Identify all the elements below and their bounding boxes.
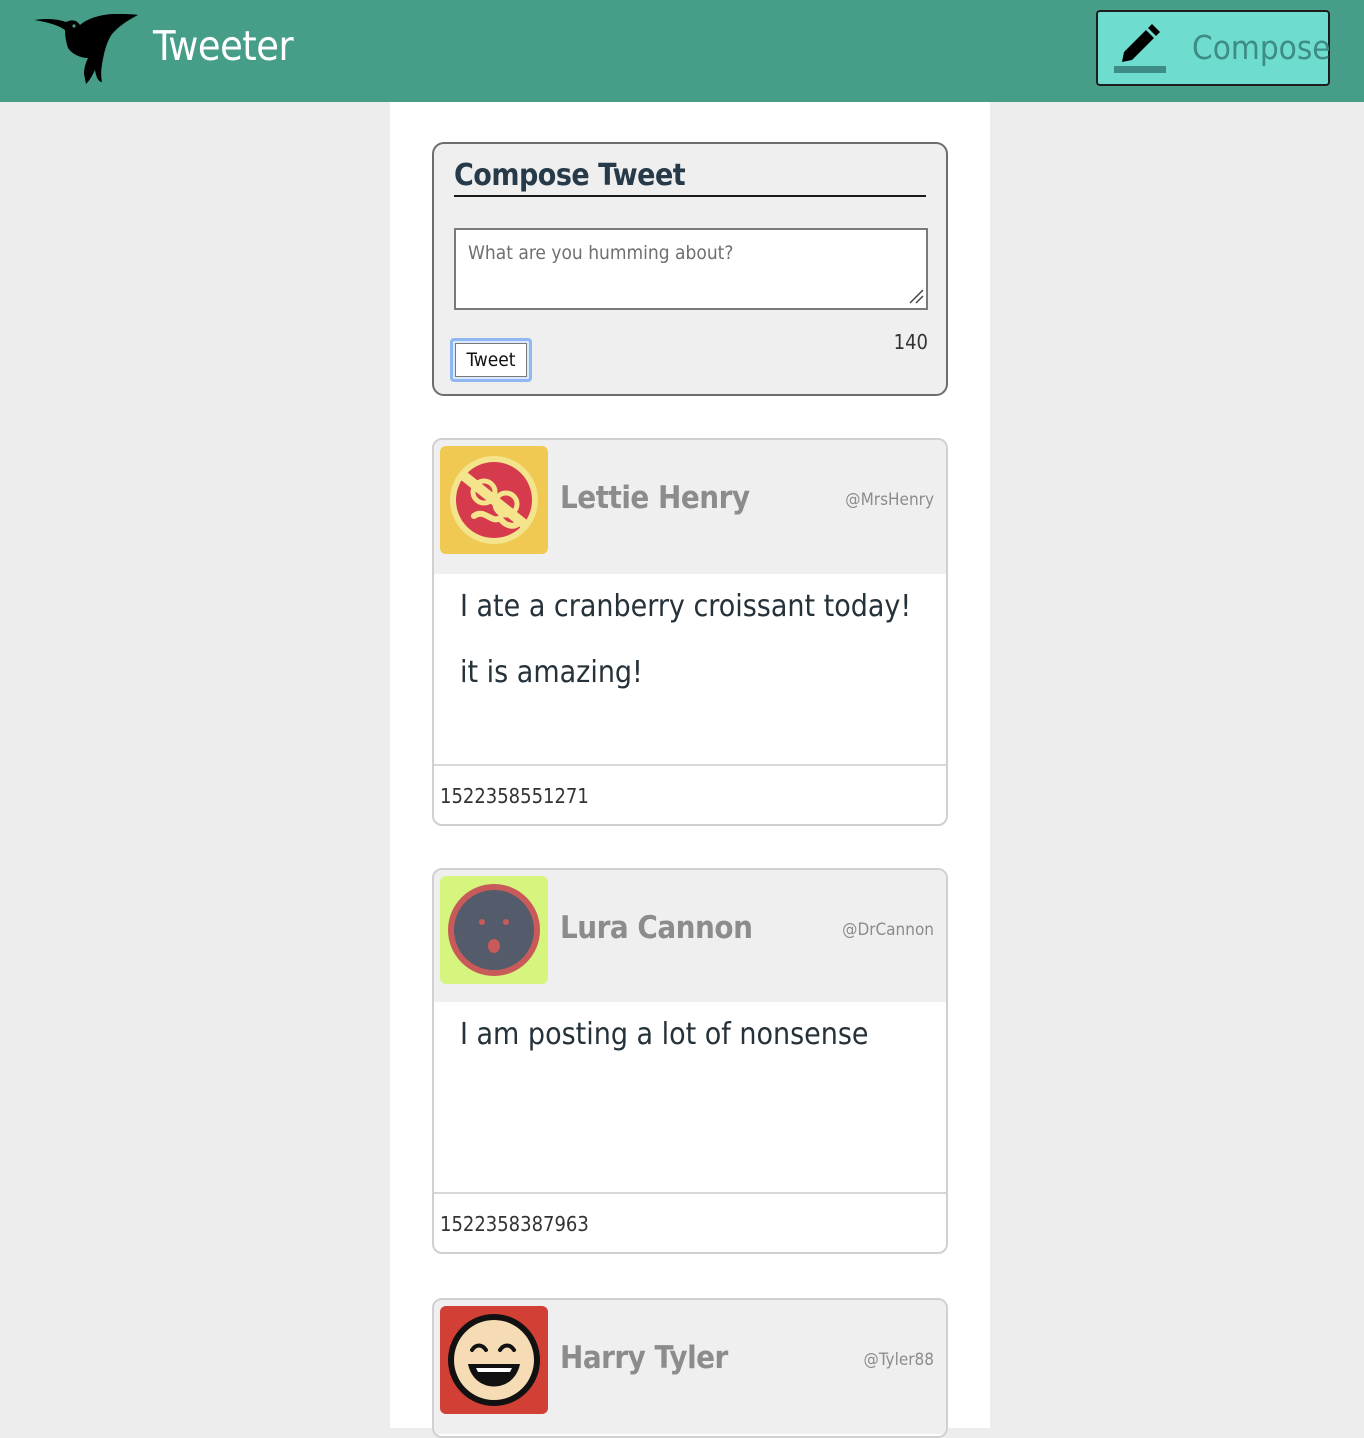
tweet-header: Harry Tyler @Tyler88 xyxy=(434,1300,946,1434)
tweet-footer: 1522358387963 xyxy=(434,1192,946,1252)
compose-tweet-title: Compose Tweet xyxy=(454,158,926,197)
hummingbird-logo-icon xyxy=(34,14,138,84)
tweet-author-name: Lura Cannon xyxy=(560,910,753,946)
tweet-header: Lura Cannon @DrCannon xyxy=(434,870,946,1002)
tweet-submit-label: Tweet xyxy=(455,343,527,377)
tweet-body: I am posting a lot of nonsense xyxy=(460,1017,869,1052)
brand-title[interactable]: Tweeter xyxy=(153,22,294,70)
tweet-timestamp: 1522358387963 xyxy=(440,1212,589,1236)
tweet-author-handle: @Tyler88 xyxy=(863,1350,934,1370)
pencil-icon xyxy=(1114,24,1166,73)
compose-button-label: Compose xyxy=(1192,28,1331,67)
tweet-timestamp: 1522358551271 xyxy=(440,784,589,808)
tweet-author-name: Harry Tyler xyxy=(560,1340,728,1376)
resize-grip-icon[interactable] xyxy=(908,288,924,304)
tweet-header: Lettie Henry @MrsHenry xyxy=(434,440,946,574)
tweet-card: Lettie Henry @MrsHenry I ate a cranberry… xyxy=(432,438,948,826)
tweet-author-handle: @DrCannon xyxy=(842,920,934,940)
main-column: Compose Tweet Tweet 140 Lettie H xyxy=(390,102,990,1438)
laughing-face-avatar-icon xyxy=(440,1306,548,1414)
compose-button[interactable]: Compose xyxy=(1096,10,1331,86)
navbar: Tweeter Compose xyxy=(0,0,1364,102)
tweet-text-input[interactable] xyxy=(454,228,928,310)
character-counter: 140 xyxy=(893,330,928,354)
tweet-card: Harry Tyler @Tyler88 xyxy=(432,1298,948,1438)
surprised-face-avatar-icon xyxy=(440,876,548,984)
mustache-glasses-avatar-icon xyxy=(440,446,548,554)
tweet-body: I ate a cranberry croissant today! it is… xyxy=(460,589,912,690)
tweet-submit-button[interactable]: Tweet xyxy=(450,338,532,382)
tweet-author-name: Lettie Henry xyxy=(560,480,750,516)
tweet-footer: 1522358551271 xyxy=(434,764,946,824)
compose-tweet-panel: Compose Tweet Tweet 140 xyxy=(432,142,948,396)
tweet-author-handle: @MrsHenry xyxy=(845,490,934,510)
tweet-card: Lura Cannon @DrCannon I am posting a lot… xyxy=(432,868,948,1254)
